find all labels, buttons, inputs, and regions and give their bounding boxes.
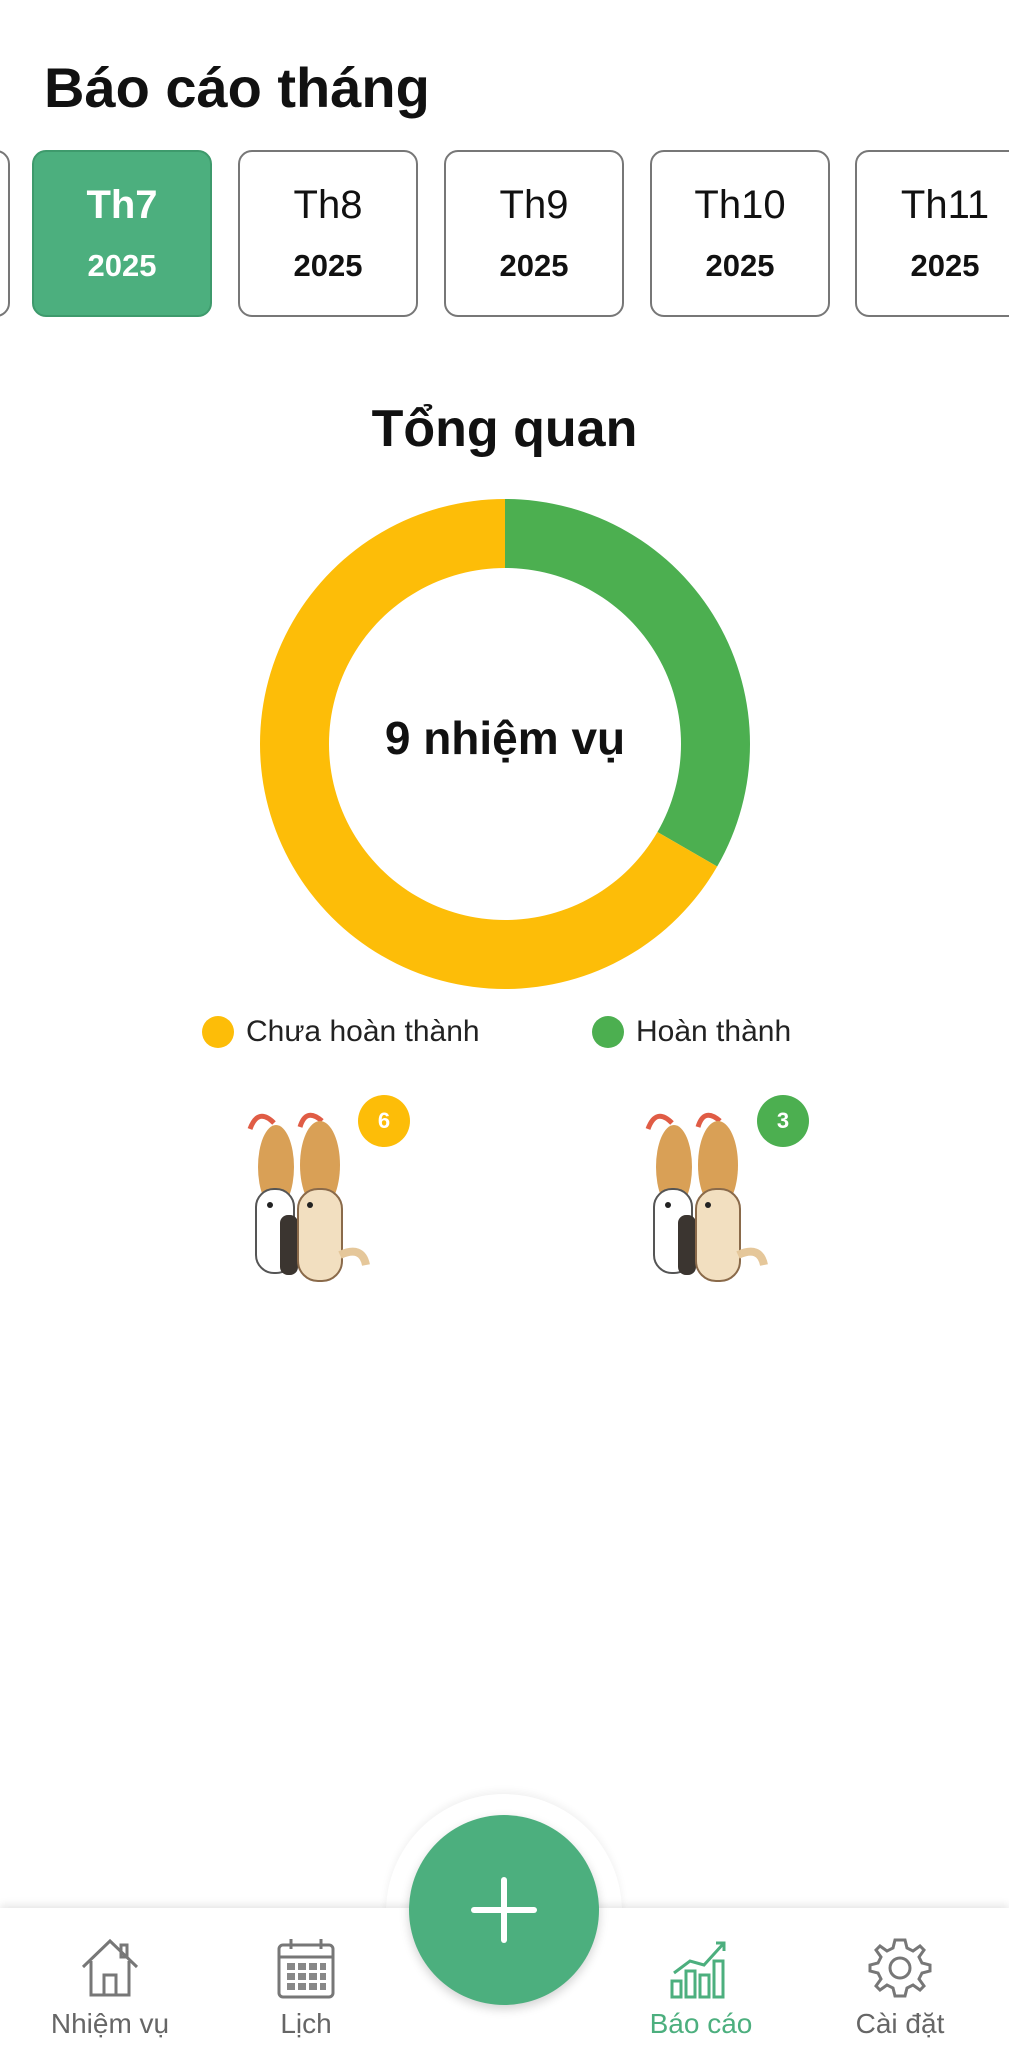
nav-label: Báo cáo — [649, 2008, 753, 2039]
bar-chart-icon — [670, 1941, 726, 1999]
page-title: Báo cáo tháng — [44, 56, 430, 119]
month-card-th7[interactable]: Th7 2025 — [32, 150, 212, 317]
legend-swatch-complete — [592, 1016, 624, 1048]
month-year: 2025 — [499, 248, 569, 283]
nav-item-settings[interactable]: Cài đặt — [810, 1925, 990, 2045]
legend-swatch-incomplete — [202, 1016, 234, 1048]
nav-label: Lịch — [280, 2008, 332, 2039]
home-icon — [81, 1938, 139, 1997]
legend-label: Hoàn thành — [636, 1015, 792, 1048]
month-card-previous[interactable] — [0, 150, 10, 317]
legend-label: Chưa hoàn thành — [246, 1015, 480, 1048]
add-task-button[interactable] — [409, 1815, 599, 2005]
month-name: Th9 — [499, 183, 569, 227]
nav-label: Nhiệm vụ — [50, 2008, 170, 2039]
nav-label: Cài đặt — [855, 2008, 945, 2039]
month-year: 2025 — [910, 248, 980, 283]
legend-item-incomplete: Chưa hoàn thành — [202, 1014, 480, 1050]
month-name: Th10 — [694, 183, 786, 227]
month-year: 2025 — [293, 248, 363, 283]
nav-item-reports[interactable]: Báo cáo — [611, 1925, 791, 2045]
month-card-th9[interactable]: Th9 2025 — [444, 150, 624, 317]
month-selector[interactable]: Th7 2025 Th8 2025 Th9 2025 Th10 2025 Th1… — [0, 150, 1009, 320]
nav-item-tasks[interactable]: Nhiệm vụ — [20, 1925, 200, 2045]
month-year: 2025 — [705, 248, 775, 283]
month-name: Th11 — [900, 183, 990, 227]
donut-slice-complete — [505, 499, 750, 867]
donut-center-label: 9 nhiệm vụ — [384, 712, 626, 764]
calendar-icon — [277, 1939, 335, 1999]
legend-item-complete: Hoàn thành — [592, 1014, 791, 1050]
incomplete-count-badge: 6 — [358, 1095, 410, 1147]
gear-icon — [868, 1938, 932, 1998]
month-year: 2025 — [87, 248, 157, 283]
monthly-report-screen: Báo cáo tháng Th7 2025 Th8 2025 Th9 2025… — [0, 0, 1009, 2048]
plus-icon — [471, 1877, 537, 1943]
month-card-th11[interactable]: Th11 2025 — [855, 150, 1009, 317]
month-card-th10[interactable]: Th10 2025 — [650, 150, 830, 317]
overview-title: Tổng quan — [371, 400, 638, 458]
month-card-th8[interactable]: Th8 2025 — [238, 150, 418, 317]
nav-item-calendar[interactable]: Lịch — [216, 1925, 396, 2045]
month-name: Th8 — [293, 183, 363, 227]
complete-count-badge: 3 — [757, 1095, 809, 1147]
month-name: Th7 — [86, 183, 158, 227]
